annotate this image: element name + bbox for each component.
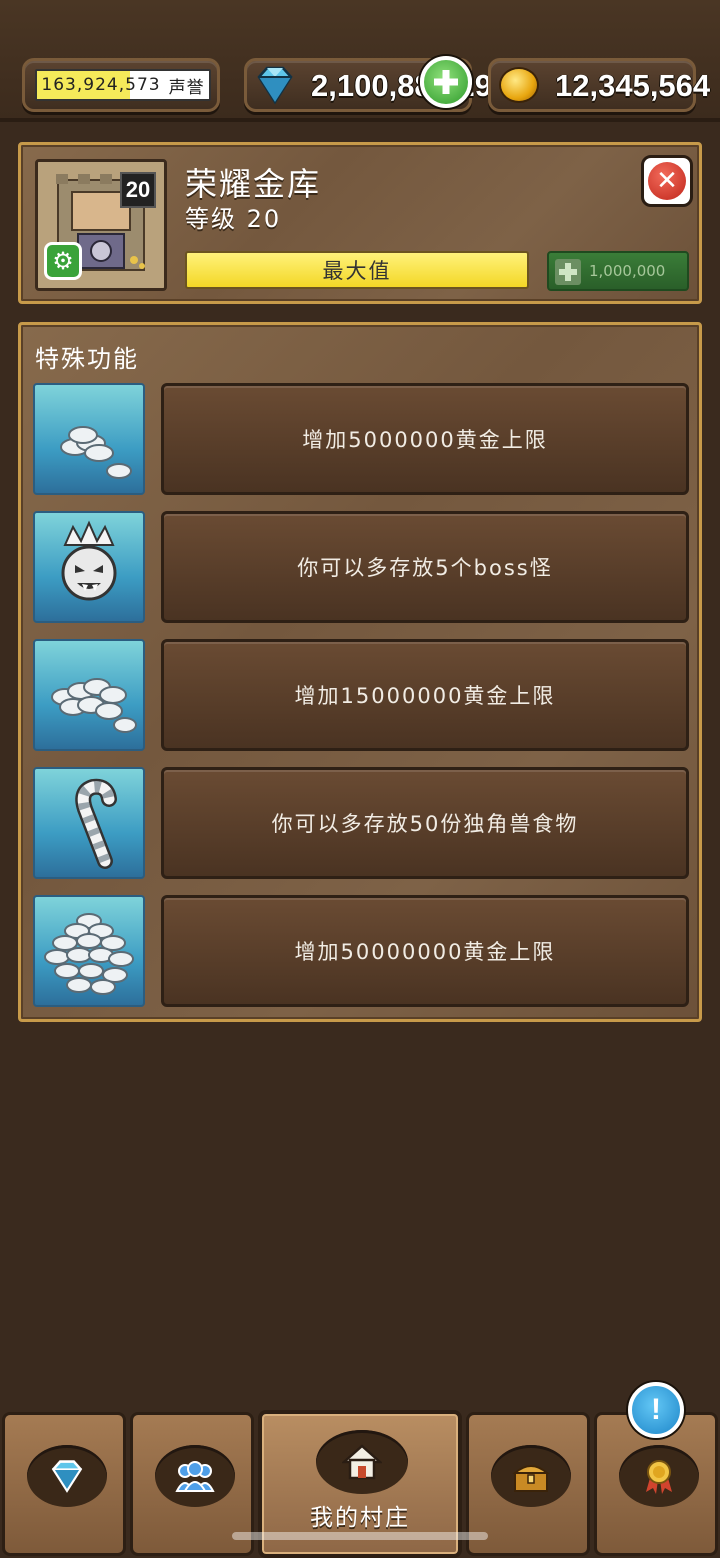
candy-cane-icon: [33, 767, 145, 879]
feature-description: 增加50000000黄金上限: [161, 895, 689, 1007]
feature-description: 增加5000000黄金上限: [161, 383, 689, 495]
home-icon: [316, 1430, 408, 1494]
friends-icon: [155, 1445, 235, 1507]
feature-description: 你可以多存放5个boss怪: [161, 511, 689, 623]
special-features-panel: 特殊功能 增加5000000黄金上限 你可以多存放5个boss怪 增加15000…: [18, 322, 702, 1022]
resource-bar: 163,924,573 声誉 2,100,881,297 12,345,564: [0, 0, 720, 122]
gems-amount: 2,100,881,297: [311, 68, 510, 103]
silver-coins-small-icon: [33, 383, 145, 495]
feature-description: 你可以多存放50份独角兽食物: [161, 767, 689, 879]
tab-label: 我的村庄: [310, 1505, 410, 1531]
diamond-icon: [257, 66, 293, 105]
reputation-unit: 声誉: [168, 77, 205, 98]
feature-row: 你可以多存放50份独角兽食物: [33, 767, 693, 881]
silver-coins-medium-icon: [33, 639, 145, 751]
feature-description: 增加15000000黄金上限: [161, 639, 689, 751]
achievement-medal-icon: [619, 1445, 699, 1507]
reputation-value: 163,924,573: [41, 75, 161, 95]
gem-shop-icon: [27, 1445, 107, 1507]
home-indicator[interactable]: [232, 1532, 488, 1540]
gold-counter[interactable]: 12,345,564: [488, 58, 710, 112]
buy-gems-button[interactable]: [420, 56, 472, 108]
feature-row: 增加5000000黄金上限: [33, 383, 693, 497]
upgrade-button[interactable]: 1,000,000: [547, 251, 689, 291]
treasure-chest-icon: [491, 1445, 571, 1507]
tab-gem-shop[interactable]: [2, 1412, 126, 1556]
vault-building-image: 20 ⚙: [35, 159, 167, 291]
feature-row: 增加15000000黄金上限: [33, 639, 693, 753]
notification-alert-icon[interactable]: !: [628, 1382, 684, 1438]
boss-monster-crown-icon: [33, 511, 145, 623]
gold-coin-icon: [499, 67, 539, 103]
capacity-max-bar: 最大值: [185, 251, 529, 289]
level-badge: 20: [120, 172, 156, 208]
close-button[interactable]: ✕: [641, 155, 693, 207]
close-icon: ✕: [648, 162, 686, 200]
plus-icon: [555, 259, 581, 285]
building-header: 20 ⚙ 荣耀金库 等级 20 最大值 1,000,000 ✕: [18, 142, 702, 304]
reputation-meter[interactable]: 163,924,573 声誉: [22, 58, 220, 112]
gear-icon[interactable]: ⚙: [44, 242, 82, 280]
upgrade-cost: 1,000,000: [589, 262, 666, 280]
building-level: 等级 20: [185, 205, 282, 233]
reputation-bar: 163,924,573 声誉: [35, 69, 211, 101]
feature-row: 你可以多存放5个boss怪: [33, 511, 693, 625]
section-title: 特殊功能: [35, 345, 139, 373]
silver-coins-large-icon: [33, 895, 145, 1007]
gold-amount: 12,345,564: [555, 68, 711, 103]
feature-row: 增加50000000黄金上限: [33, 895, 693, 1009]
